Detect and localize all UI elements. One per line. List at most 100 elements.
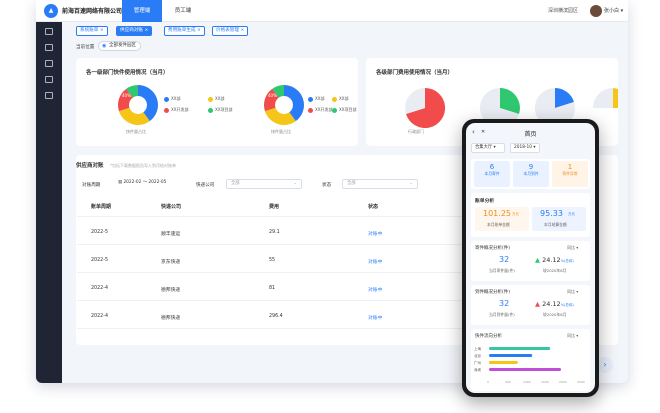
table-cell: 2022-5 [91, 230, 108, 235]
pie-caption-1: 行政部门 [408, 129, 424, 134]
bill-amount: 101.25 [483, 209, 511, 218]
breadcrumb-value: 全部发件园区 [109, 43, 136, 48]
breadcrumb[interactable]: ◉ 全部发件园区 [98, 41, 141, 51]
row-divider [77, 328, 487, 329]
pie-slice [593, 88, 613, 108]
flow-bar-chart: 上海北京广州深圳 0 500 1000 1500 2000 2500 [474, 346, 585, 384]
compare-select[interactable]: 同比 ▾ [567, 245, 578, 251]
nav-staff[interactable]: 员工端 [166, 0, 200, 22]
receive-count-label: 当月到件量(件) [489, 312, 515, 317]
compare-select[interactable]: 同比 ▾ [567, 289, 578, 295]
arrow-up-icon: ▲ [535, 256, 540, 264]
status-link[interactable]: 对账中 [368, 230, 382, 237]
dept-usage-donuts: 40% 40% [118, 85, 304, 125]
settle-label: 本月结算金额 [544, 222, 567, 227]
donut-center-label: 40% [268, 93, 277, 98]
bill-label: 本月账单金额 [487, 222, 510, 227]
month-select[interactable]: 2018-10 ▾ [510, 143, 540, 153]
table-cell: 2022-5 [91, 258, 108, 263]
avatar[interactable] [590, 5, 602, 17]
tab-price-table[interactable]: 价格表管理 × [212, 26, 249, 36]
status-select[interactable]: 全部 ⌄ [342, 179, 418, 189]
axis-tick-label: 1000 [523, 380, 531, 384]
donut-caption-2: 快件量占比 [271, 129, 291, 134]
donut-slice [118, 107, 150, 125]
tab-supplier-recon[interactable]: 供应商对账 × [116, 26, 153, 36]
bill-title: 账单分析 [475, 199, 495, 204]
date-range-value: 2022-02 ～ 2022-05 [123, 180, 167, 185]
date-range-picker[interactable]: ▦ 2022-02 ～ 2022-05 [114, 179, 194, 189]
legend-item: XX开发部 [164, 107, 188, 113]
flow-bar [489, 361, 518, 364]
menu-icon[interactable] [45, 28, 53, 35]
stat-exception[interactable]: 1 寄件异常 [552, 161, 588, 187]
courier-select[interactable]: 全部 ⌄ [226, 179, 302, 189]
row-divider [77, 244, 487, 245]
axis-tick-label: 0 [487, 380, 489, 384]
legend-item: XX开发部 [308, 107, 332, 113]
table-cell: 德邦快递 [161, 316, 181, 321]
logo-icon: ▲ [44, 4, 58, 18]
status-value: 全部 [347, 181, 356, 186]
table-cell: 2022-4 [91, 286, 108, 291]
mobile-title: 首页 [524, 131, 537, 138]
stat-send[interactable]: 6 本月寄件 [474, 161, 510, 187]
receive-title: 到件概况分析(件) [475, 290, 511, 295]
flow-card: 快件流向分析 同比 ▾ 上海 北京 广州 深圳 0 500 1000 1500 2000 2500 [471, 329, 590, 391]
region-label[interactable]: 深圳横滨园区 [548, 7, 578, 14]
sidebar [36, 22, 62, 383]
stat-receive[interactable]: 9 本月到件 [513, 161, 549, 187]
column-header: 快递公司 [161, 204, 182, 210]
receive-trend: ▲ 24.12%(总体) [535, 300, 574, 308]
bill-unit: 万元 [512, 212, 519, 216]
donut-caption-1: 快件量占比 [126, 129, 146, 134]
row-divider [77, 272, 487, 273]
inbox-icon[interactable] [45, 76, 53, 83]
row-divider [77, 300, 487, 301]
donut-slice [264, 107, 296, 125]
courier-label: 快递公司 [196, 183, 215, 188]
area-select[interactable]: 合集大厅 ▾ [471, 143, 505, 153]
status-link[interactable]: 对账中 [368, 286, 382, 293]
donut-chart-1: 40% [118, 85, 158, 125]
bar-category-label: 北京 [474, 353, 482, 358]
table-cell: 296.4 [269, 314, 283, 319]
status-link[interactable]: 对账中 [368, 314, 382, 321]
device-icon[interactable] [45, 44, 53, 51]
send-trend: ▲ 24.12%(总体) [535, 256, 574, 264]
phone-screen: ‹ ✕ 首页 合集大厅 ▾ 2018-10 ▾ 6 本月寄件 9 本月到件 1 … [466, 123, 595, 393]
user-menu[interactable]: 张小白 ▾ [604, 7, 623, 14]
supplier-title: 供应商对账 [76, 163, 104, 169]
send-title: 寄件概况分析(件) [475, 246, 511, 251]
bill-card: 账单分析 101.25 万元 本月账单金额 95.33 万元 本月结算金额 [471, 193, 590, 237]
tab-fee-bill[interactable]: 费用账单生成 × [164, 26, 205, 36]
legend-item: XX项目部 [208, 107, 232, 113]
box-icon[interactable] [45, 60, 53, 67]
next-page-button[interactable]: › [597, 357, 613, 373]
dept-usage-card: 各一级部门快件使用情况（当月） 40% 40% 快件量占比 快件量占比 XX部 … [76, 58, 358, 146]
mail-icon[interactable] [45, 92, 53, 99]
send-pct-label: 较2020年8月 [543, 268, 567, 273]
receive-pct-label: 较2020年8月 [543, 312, 567, 317]
bill-amount-box: 101.25 万元 本月账单金额 [475, 207, 529, 231]
legend-item: XX部 [332, 96, 348, 102]
column-header: 账单周期 [91, 204, 112, 210]
send-count: 32 [499, 255, 510, 264]
axis-tick-label: 1500 [541, 380, 549, 384]
donut-center-label: 40% [122, 93, 131, 98]
pie-slice [613, 88, 618, 108]
table-cell: 2022-4 [91, 314, 108, 319]
settle-amount-box: 95.33 万元 本月结算金额 [532, 207, 586, 231]
compare-select[interactable]: 同比 ▾ [567, 333, 578, 339]
axis-tick-label: 2500 [577, 380, 585, 384]
table-cell: 29.1 [269, 230, 280, 235]
table-cell: 55 [269, 258, 276, 263]
flow-bar [489, 354, 533, 357]
axis-tick-label: 2000 [559, 380, 567, 384]
settle-unit: 万元 [568, 212, 575, 216]
bar-category-label: 上海 [474, 346, 482, 351]
legend-item: XX部 [208, 96, 224, 102]
nav-admin[interactable]: 管理端 [122, 0, 162, 22]
tab-system-bill[interactable]: 系统账单 × [76, 26, 108, 36]
status-link[interactable]: 对账中 [368, 258, 382, 265]
